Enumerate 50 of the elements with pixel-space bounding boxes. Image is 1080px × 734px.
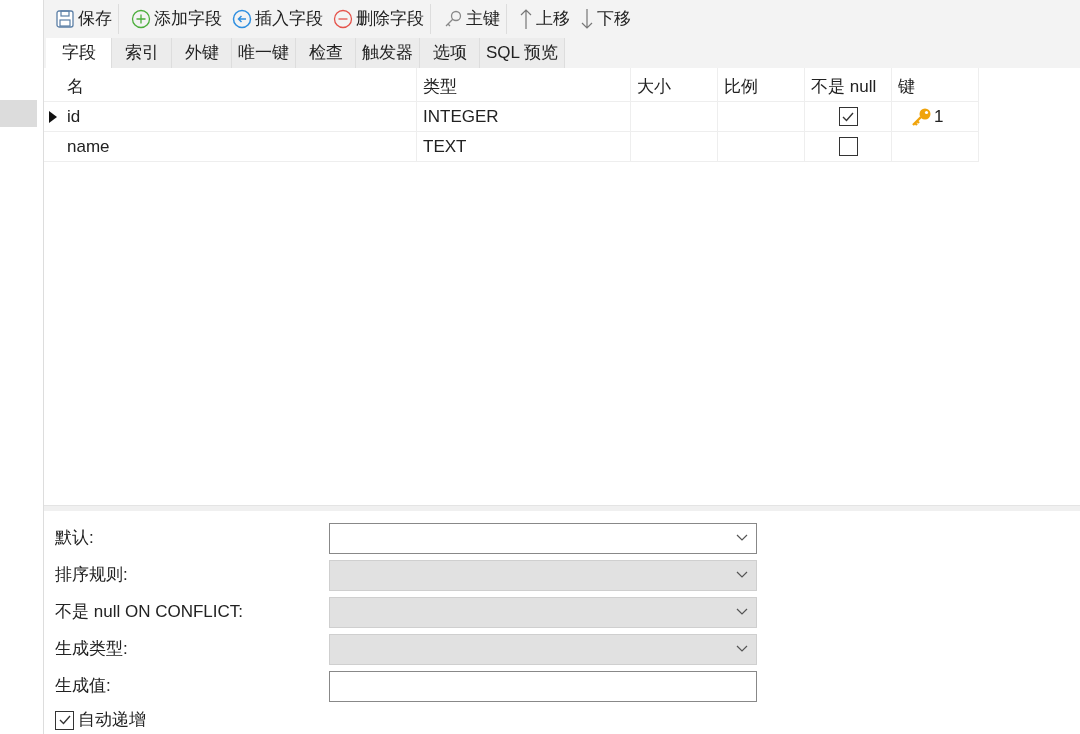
table-cell: INTEGER xyxy=(417,102,631,132)
field-label: 生成类型: xyxy=(55,638,129,661)
column-header[interactable]: 比例 xyxy=(718,68,805,102)
field-label: 默认: xyxy=(55,527,95,550)
toolbar-button[interactable]: 上移 xyxy=(517,4,572,34)
checkbox-label: 自动递增 xyxy=(78,709,146,732)
column-header[interactable]: 键 xyxy=(892,68,979,102)
field-label: 不是 null ON CONFLICT: xyxy=(55,601,244,624)
plus-circle-icon xyxy=(131,9,151,29)
tab[interactable]: 索引 xyxy=(112,38,172,68)
toolbar-button[interactable]: 插入字段 xyxy=(230,4,325,34)
tab[interactable]: 外键 xyxy=(172,38,232,68)
chevron-down-icon xyxy=(736,608,748,616)
field-label: 排序规则: xyxy=(55,564,129,587)
side-handle xyxy=(0,100,37,127)
column-header[interactable]: 名 xyxy=(61,68,417,102)
tab[interactable]: 选项 xyxy=(420,38,480,68)
left-arrow-circle-icon xyxy=(232,9,252,29)
column-header[interactable]: 类型 xyxy=(417,68,631,102)
chevron-down-icon xyxy=(736,645,748,653)
column-header[interactable]: 大小 xyxy=(631,68,718,102)
key-order: 1 xyxy=(934,105,944,128)
toolbar-button[interactable]: 添加字段 xyxy=(129,4,224,34)
key-icon xyxy=(443,9,463,29)
chevron-down-icon xyxy=(736,534,748,542)
tab[interactable]: 唯一键 xyxy=(232,38,296,68)
tab[interactable]: 字段 xyxy=(46,38,112,68)
table-cell: name xyxy=(61,132,417,162)
column-header[interactable]: 不是 null xyxy=(805,68,892,102)
toolbar-button[interactable]: 主键 xyxy=(441,4,502,34)
minus-circle-icon xyxy=(333,9,353,29)
toolbar-button[interactable]: 保存 xyxy=(53,4,114,34)
field-label: 生成值: xyxy=(55,675,112,698)
up-arrow-icon xyxy=(519,8,533,30)
save-icon xyxy=(55,9,75,29)
dropdown[interactable] xyxy=(329,522,757,554)
table-cell: TEXT xyxy=(417,132,631,162)
checkmark-icon xyxy=(57,713,72,727)
auto-increment-checkbox[interactable] xyxy=(55,710,74,730)
chevron-down-icon xyxy=(736,571,748,579)
toolbar-button[interactable]: 删除字段 xyxy=(331,4,426,34)
tab[interactable]: 检查 xyxy=(296,38,356,68)
input-field[interactable] xyxy=(329,670,757,702)
not-null-checkbox[interactable] xyxy=(838,107,858,126)
toolbar-button[interactable]: 下移 xyxy=(578,4,633,34)
down-arrow-icon xyxy=(580,8,594,30)
table-cell: id xyxy=(61,102,417,132)
tab[interactable]: 触发器 xyxy=(356,38,420,68)
tab[interactable]: SQL 预览 xyxy=(480,38,566,68)
not-null-checkbox[interactable] xyxy=(838,137,858,156)
